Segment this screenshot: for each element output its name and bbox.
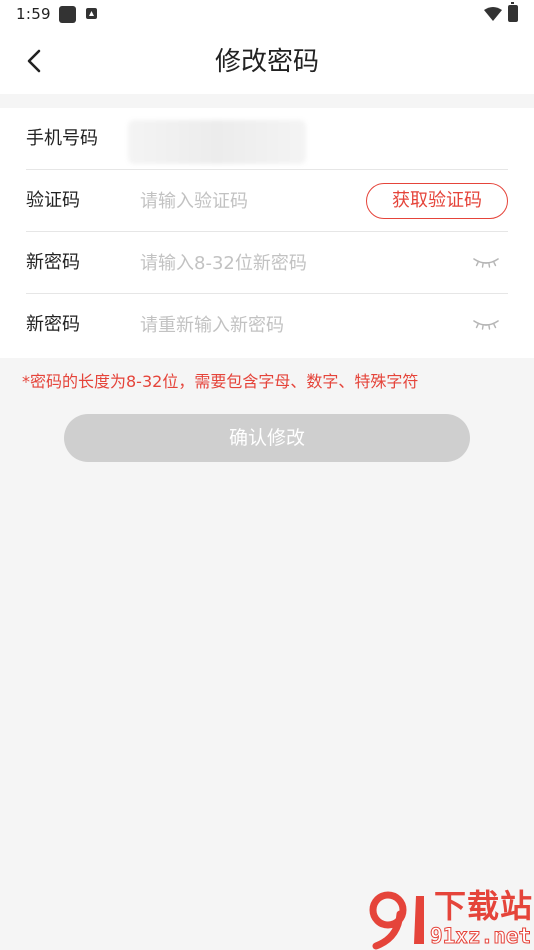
app-square-icon — [59, 6, 76, 23]
watermark: 下载站 91xz.net — [364, 888, 534, 950]
watermark-logo-icon — [369, 891, 424, 950]
code-label: 验证码 — [26, 190, 80, 211]
phone-label: 手机号码 — [26, 128, 98, 149]
status-bar: 1:59 — [0, 0, 534, 30]
wifi-icon — [484, 7, 502, 21]
app-a-icon — [86, 8, 97, 19]
page-title: 修改密码 — [214, 47, 319, 77]
battery-charging-icon — [508, 2, 518, 22]
get-code-button[interactable]: 获取验证码 — [366, 183, 508, 219]
password-hint: *密码的长度为8-32位，需要包含字母、数字、特殊字符 — [22, 372, 419, 391]
watermark-title: 下载站 — [434, 887, 534, 925]
confirm-password-input[interactable] — [140, 310, 360, 340]
new-password-input[interactable] — [140, 248, 360, 278]
header: 修改密码 — [0, 30, 534, 94]
form-card: 手机号码 验证码 获取验证码 新密码 新密码 — [0, 108, 534, 358]
code-row: 验证码 获取验证码 — [26, 170, 508, 232]
confirm-password-row: 新密码 — [26, 294, 508, 356]
confirm-button[interactable]: 确认修改 — [64, 414, 470, 462]
watermark-url: 91xz.net — [429, 924, 532, 949]
status-time: 1:59 — [16, 5, 51, 23]
phone-value-blurred — [128, 120, 306, 164]
code-input[interactable] — [140, 186, 360, 216]
eye-closed-icon[interactable] — [472, 316, 500, 332]
phone-row: 手机号码 — [26, 108, 508, 170]
eye-closed-icon[interactable] — [472, 254, 500, 270]
new-password-label: 新密码 — [26, 252, 80, 273]
confirm-password-label: 新密码 — [26, 314, 80, 335]
new-password-row: 新密码 — [26, 232, 508, 294]
